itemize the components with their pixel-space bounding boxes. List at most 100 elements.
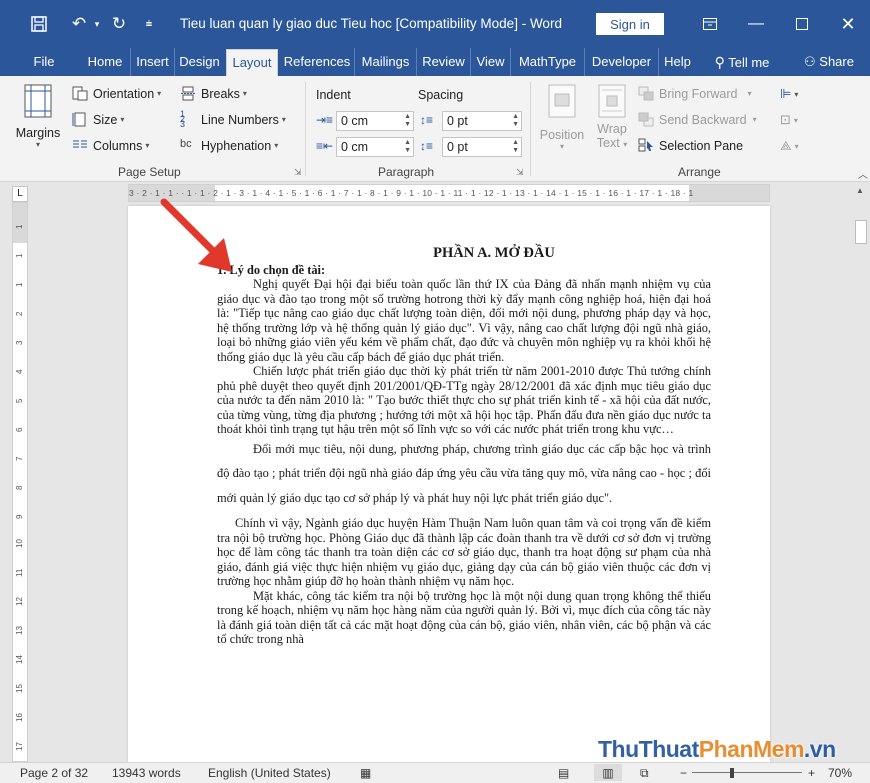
vertical-ruler-tick: 10 xyxy=(15,539,24,548)
spinner-arrows-icon[interactable]: ▲ ▼ xyxy=(404,113,411,129)
tab-view[interactable]: View xyxy=(470,48,510,76)
vertical-ruler-tick: 7 xyxy=(15,456,24,461)
orientation-icon xyxy=(72,86,89,101)
indent-right-input[interactable]: 0 cm ▲ ▼ xyxy=(336,137,414,157)
tab-mathtype[interactable]: MathType xyxy=(510,48,584,76)
redo-icon[interactable]: ↻ xyxy=(104,9,134,39)
tab-home[interactable]: Home xyxy=(80,48,130,76)
tab-help[interactable]: Help xyxy=(658,48,696,76)
orientation-button[interactable]: Orientation ▾ xyxy=(72,86,161,101)
macro-record-icon[interactable]: ▦ xyxy=(360,766,371,780)
tab-review[interactable]: Review xyxy=(416,48,470,76)
chevron-down-icon: ▾ xyxy=(559,142,564,151)
tab-insert[interactable]: Insert xyxy=(130,48,174,76)
chevron-down-icon: ▾ xyxy=(623,140,628,149)
print-layout-icon[interactable]: ▥ xyxy=(594,764,622,781)
vertical-ruler-tick: 14 xyxy=(15,655,24,664)
page-count[interactable]: Page 2 of 32 xyxy=(20,766,88,780)
share-person-icon: ⚇ xyxy=(804,54,816,69)
spacing-after-icon: ↕≡ xyxy=(420,139,434,153)
indent-left-input[interactable]: 0 cm ▲ ▼ xyxy=(336,111,414,131)
zoom-slider-thumb[interactable] xyxy=(730,768,734,778)
ribbon-display-options-icon[interactable] xyxy=(688,10,732,38)
close-icon[interactable]: ✕ xyxy=(826,10,870,38)
scrollbar-thumb[interactable] xyxy=(855,220,867,244)
group-objects-button[interactable]: ⊡ ▾ xyxy=(780,112,798,128)
rotate-button[interactable]: ⟁ ▾ xyxy=(780,138,799,154)
document-page[interactable]: PHẦN A. MỞ ĐẦU 1. Lý do chọn đề tài: Ngh… xyxy=(128,206,770,762)
watermark-logo: ThuThuatPhanMem.vn xyxy=(598,736,836,762)
spacing-after-input[interactable]: 0 pt ▲ ▼ xyxy=(442,137,522,157)
selection-pane-button[interactable]: Selection Pane xyxy=(638,138,743,153)
hyphenation-button[interactable]: bc Hyphenation ▾ xyxy=(180,138,278,153)
spinner-arrows-icon[interactable]: ▲ ▼ xyxy=(512,139,519,155)
size-button[interactable]: Size ▾ xyxy=(72,112,124,127)
web-layout-icon[interactable]: ⧉ xyxy=(640,766,649,781)
collapse-ribbon-icon[interactable]: ︿ xyxy=(858,166,868,181)
zoom-level[interactable]: 70% xyxy=(828,766,852,780)
spinner-arrows-icon[interactable]: ▲ ▼ xyxy=(512,113,519,129)
tab-layout[interactable]: Layout xyxy=(226,49,278,76)
maximize-icon[interactable] xyxy=(780,10,824,38)
bring-forward-button[interactable]: Bring Forward ▾ xyxy=(638,86,752,101)
ruler-ticks: 3 · 2 · 1 · 1 · · 1 · 1 · 2 · 1 · 3 · 1 … xyxy=(129,188,694,198)
breaks-button[interactable]: Breaks ▾ xyxy=(180,86,247,101)
tab-file[interactable]: File xyxy=(22,48,66,76)
zoom-in-button[interactable]: + xyxy=(808,766,815,780)
selection-pane-icon xyxy=(638,138,655,153)
zoom-out-button[interactable]: − xyxy=(680,766,687,780)
spinner-arrows-icon[interactable]: ▲ ▼ xyxy=(404,139,411,155)
tab-design[interactable]: Design xyxy=(174,48,224,76)
ruler-top-margin xyxy=(13,203,27,243)
document-body[interactable]: PHẦN A. MỞ ĐẦU 1. Lý do chọn đề tài: Ngh… xyxy=(217,246,711,647)
read-mode-icon[interactable]: ▤ xyxy=(558,766,569,780)
share-button[interactable]: ⚇ Share xyxy=(796,48,862,76)
word-count[interactable]: 13943 words xyxy=(112,766,181,780)
wrap-text-button[interactable]: Wrap Text ▾ xyxy=(590,84,634,150)
customize-quick-access-icon[interactable]: ⩧ xyxy=(134,9,164,39)
minimize-icon[interactable]: — xyxy=(734,10,778,38)
paragraph-dialog-launcher-icon[interactable]: ⇲ xyxy=(516,167,524,178)
vertical-ruler-tick: 15 xyxy=(15,684,24,693)
hyphenation-icon: bc xyxy=(180,138,192,150)
wrap-text-icon xyxy=(598,84,626,118)
indent-label: Indent xyxy=(316,88,351,102)
vertical-ruler-tick: 16 xyxy=(15,713,24,722)
position-button[interactable]: Position ▾ xyxy=(536,84,588,151)
vertical-ruler[interactable]: 1 1 1 2 3 4 5 6 7 8 9 10 11 12 13 14 15 16 17 xyxy=(12,202,28,762)
align-button[interactable]: ⊫ ▾ xyxy=(780,86,798,102)
status-bar: Page 2 of 32 13943 words English (United… xyxy=(0,762,870,783)
tab-developer[interactable]: Developer xyxy=(584,48,658,76)
tell-me-search[interactable]: ⚲ Tell me xyxy=(700,48,784,76)
breaks-icon xyxy=(180,86,197,101)
page-setup-group-label: Page Setup xyxy=(118,165,181,179)
group-separator xyxy=(305,82,306,176)
columns-button[interactable]: Columns ▾ xyxy=(72,138,149,153)
title-bar: ↶ ▾ ↻ ⩧ Tieu luan quan ly giao duc Tieu … xyxy=(0,0,870,48)
group-separator xyxy=(530,82,531,176)
paragraph: Mặt khác, công tác kiểm tra nội bộ trườn… xyxy=(217,588,711,647)
vertical-ruler-tick: 13 xyxy=(15,626,24,635)
vertical-ruler-tick: 1 xyxy=(15,253,24,258)
scroll-up-icon[interactable]: ▲ xyxy=(856,186,864,195)
vertical-ruler-tick: 12 xyxy=(15,597,24,606)
language-indicator[interactable]: English (United States) xyxy=(208,766,331,780)
sign-in-button[interactable]: Sign in xyxy=(596,13,664,35)
tab-mailings[interactable]: Mailings xyxy=(354,48,416,76)
tab-selector-icon[interactable]: L xyxy=(12,186,28,202)
tab-references[interactable]: References xyxy=(280,48,354,76)
vertical-ruler-tick: 8 xyxy=(15,485,24,490)
position-icon xyxy=(548,84,576,118)
send-backward-button[interactable]: Send Backward ▾ xyxy=(638,112,757,127)
bring-forward-icon xyxy=(638,86,655,101)
margins-button[interactable]: Margins ▾ xyxy=(12,84,64,156)
save-icon[interactable] xyxy=(24,9,54,39)
vertical-ruler-tick: 9 xyxy=(15,514,24,519)
zoom-slider[interactable] xyxy=(692,772,802,773)
spacing-before-input[interactable]: 0 pt ▲ ▼ xyxy=(442,111,522,131)
vertical-scrollbar[interactable]: ▲ xyxy=(852,184,870,762)
chevron-down-icon: ▾ xyxy=(35,140,40,149)
line-numbers-button[interactable]: 123 Line Numbers ▾ xyxy=(180,110,286,129)
lightbulb-search-icon: ⚲ xyxy=(714,54,725,70)
page-setup-dialog-launcher-icon[interactable]: ⇲ xyxy=(294,167,302,178)
